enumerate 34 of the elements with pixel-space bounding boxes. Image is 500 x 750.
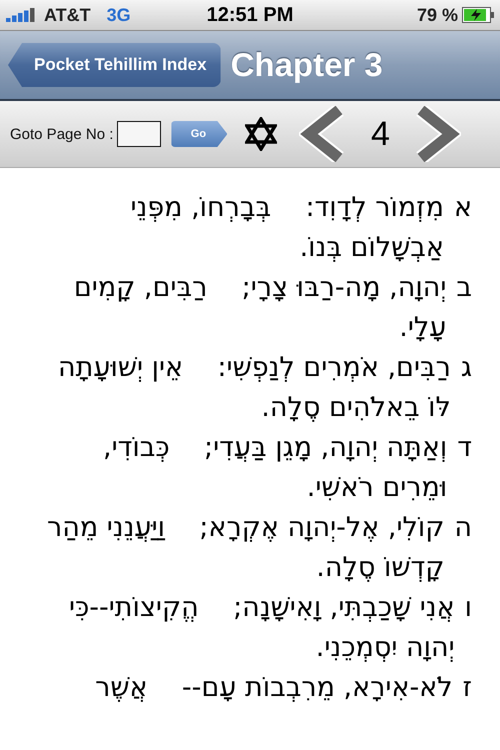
previous-page-icon[interactable] — [299, 106, 346, 162]
verse-text-line: אַבְשָׁלוֹם בְּנוֹ. — [298, 231, 444, 265]
page-number-field[interactable] — [117, 121, 162, 147]
verse-text-line: לֹא-אִירָא, מֵרִבְבוֹת עָם-- אֲשֶׁר — [95, 671, 453, 705]
screen-title: Chapter 3 — [230, 46, 383, 84]
charging-battery-icon — [462, 7, 494, 23]
verse-number: ז — [462, 671, 472, 705]
back-button[interactable]: Pocket Tehillim Index — [8, 43, 221, 87]
star-of-david-icon — [245, 117, 278, 151]
page-number: 4 — [370, 114, 391, 154]
go-button[interactable]: Go — [171, 121, 228, 147]
verse-text-line: מִזְמוֹר לְדָוִד: בְּבָרְחוֹ, מִפְּנֵי — [130, 191, 444, 225]
verse-text-line: רַבִּים, אֹמְרִים לְנַפְשִׁי: אֵין יְשׁוּעָתָה — [58, 351, 451, 385]
verse-text-line: עָלָי. — [398, 311, 446, 345]
verse-number: ו — [464, 591, 472, 625]
next-page-icon[interactable] — [415, 106, 462, 162]
verse-text-line: קוֹלִי, אֶל-יְהוָה אֶקְרָא; וַיַּעֲנֵנִי מֵהַר — [46, 511, 444, 545]
verse-text-line: יְהוָה יִסְמְכֵנִי. — [314, 631, 455, 665]
verse-text-line: קָדְשׁוֹ סֶלָה. — [315, 551, 444, 585]
verse-text-line: וּמֵרִים רֹאשִׁי. — [306, 471, 448, 505]
network-type: 3G — [106, 4, 131, 26]
verse-number: א — [454, 191, 472, 225]
battery-percent: 79 % — [416, 4, 458, 26]
verse-number: ד — [457, 431, 472, 465]
verse-text-line: אֲנִי שָׁכַבְתִּי, וָאִישָׁנָה; הֱקִיצוֹתִי--כִּי — [68, 591, 455, 625]
verse-number: ג — [460, 351, 472, 385]
clock-time: 12:51 PM — [206, 4, 294, 26]
verse-number: ב — [456, 271, 472, 305]
verse-text-line: לּוֹ בֵאלֹהִים סֶלָה. — [260, 391, 451, 425]
verse-number: ה — [454, 511, 472, 545]
carrier-name: AT&T — [44, 4, 91, 26]
verse-text-line: וְאַתָּה יְהוָה, מָגֵן בַּעֲדִי; כְּבוֹדִי, — [103, 431, 448, 465]
verse-text-line: יְהוָה, מָה-רַבּוּ צָרָי; רַבִּים, קָמִים — [74, 271, 446, 305]
goto-page-label: Goto Page No : — [10, 126, 114, 142]
